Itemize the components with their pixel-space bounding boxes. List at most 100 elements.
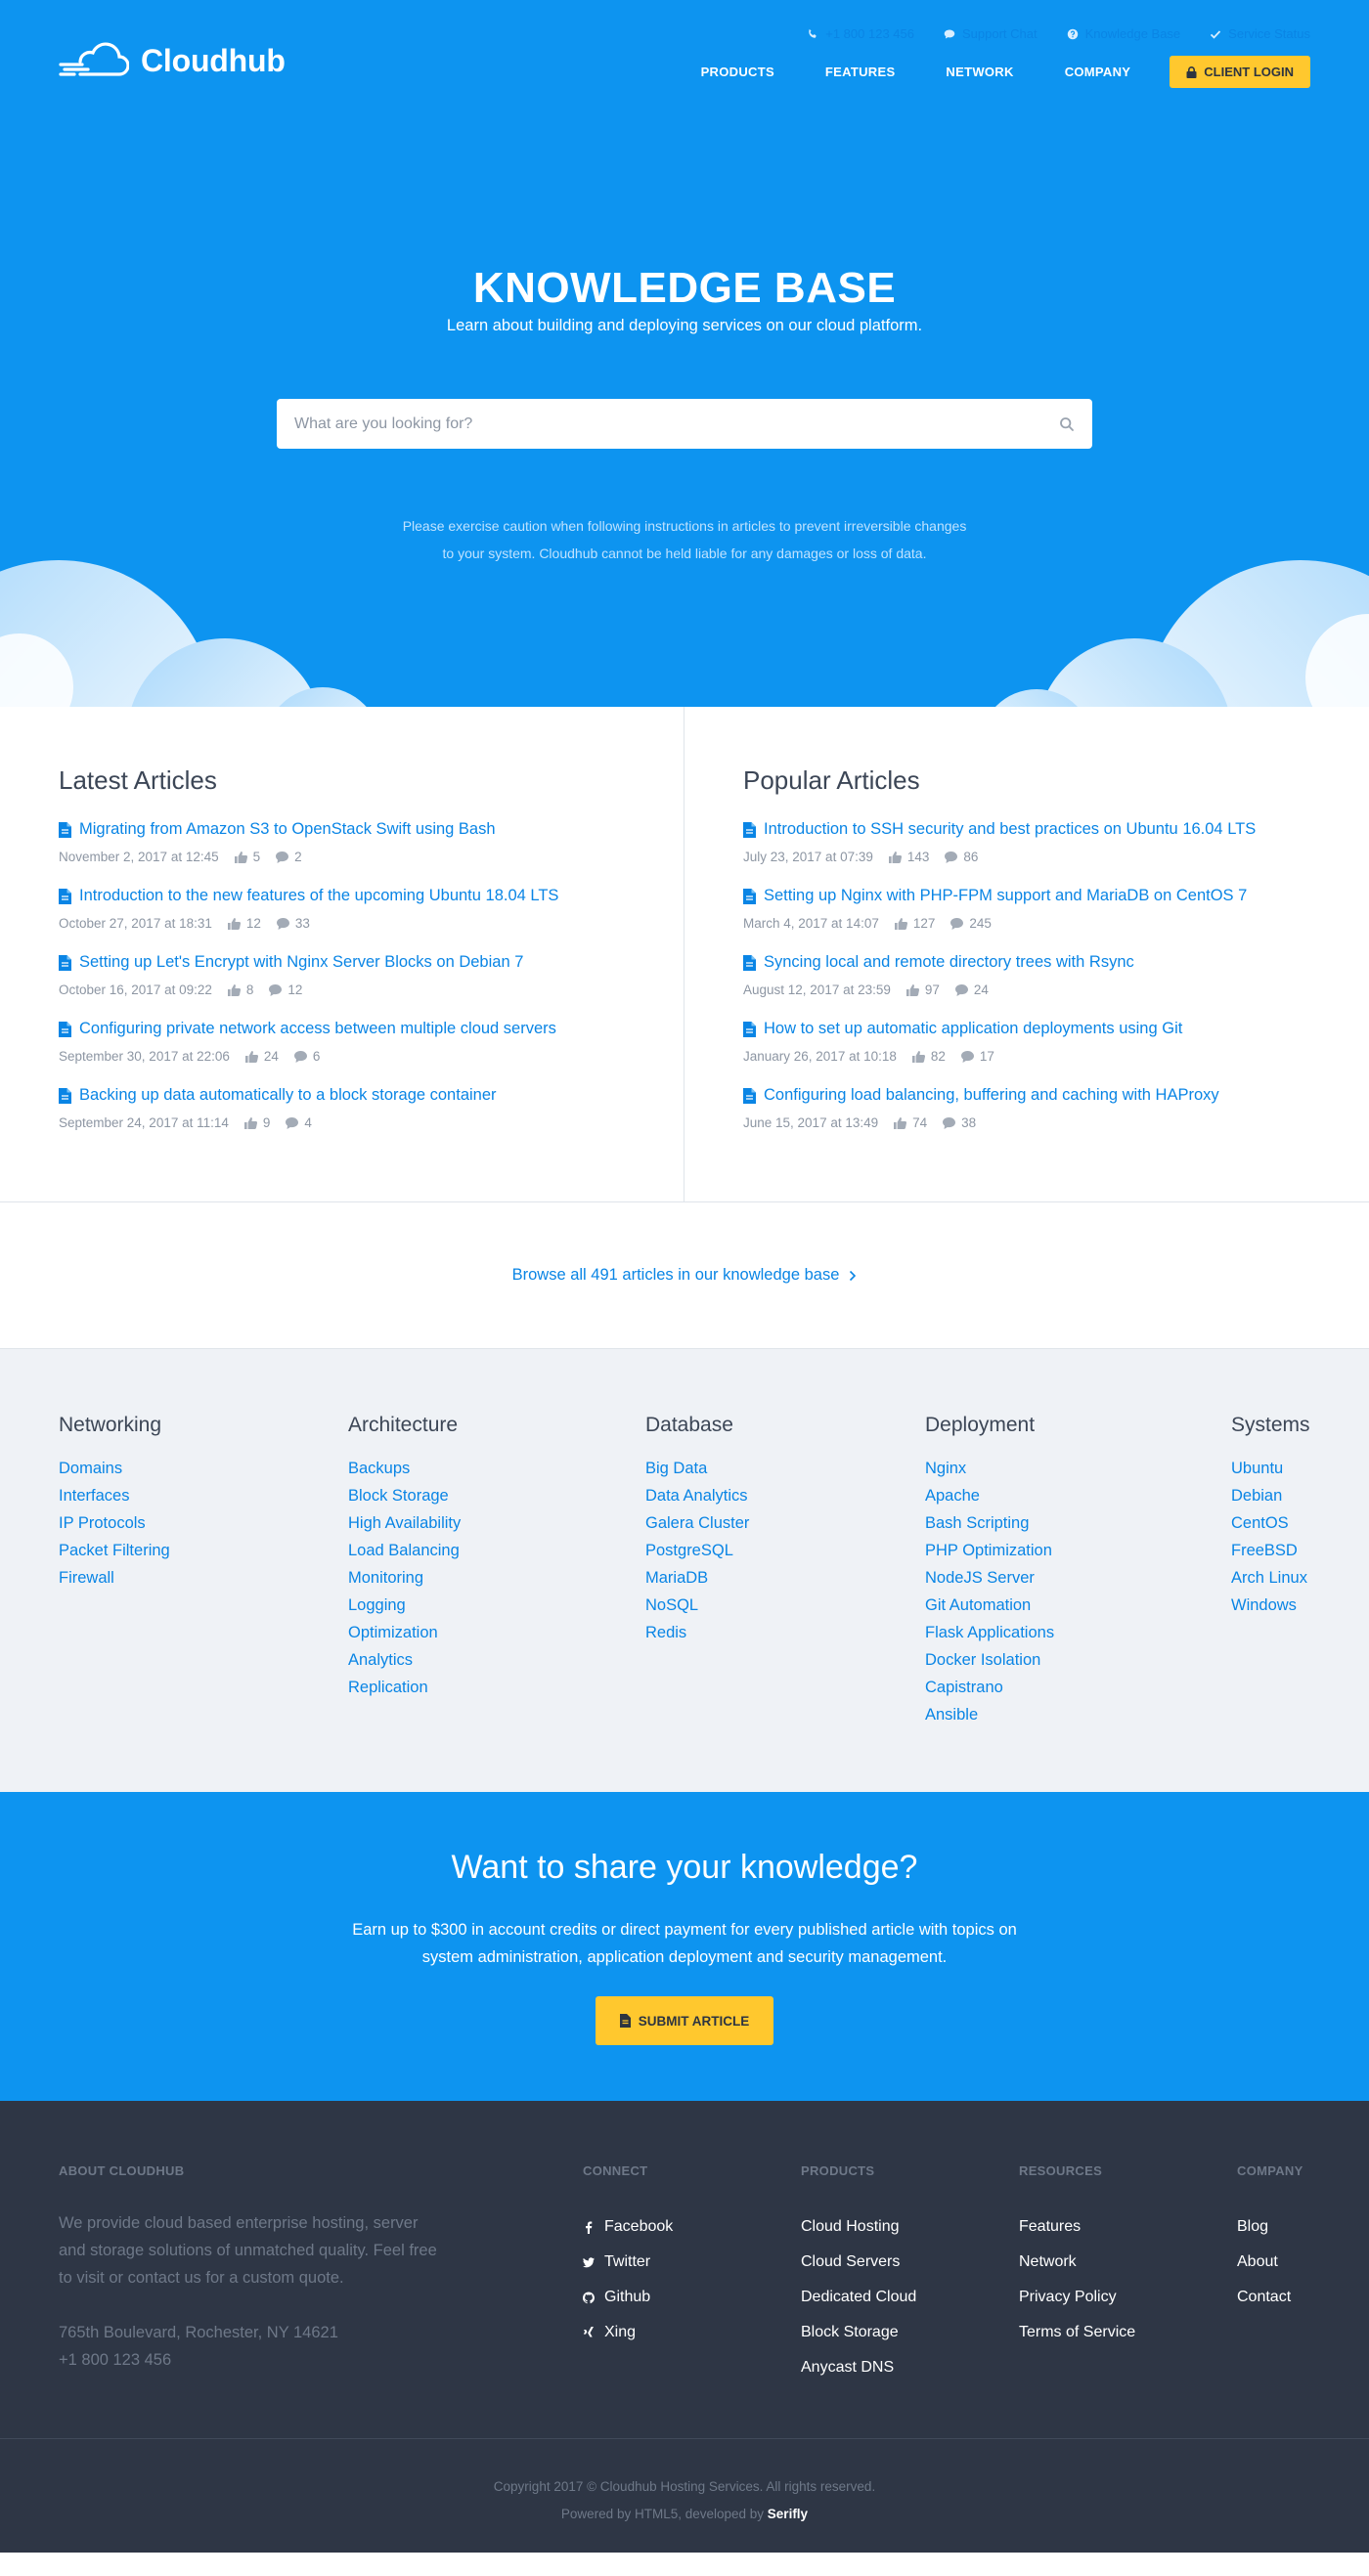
search-icon[interactable]: [1059, 416, 1075, 432]
category-link[interactable]: NoSQL: [645, 1592, 749, 1619]
categories-section: Networking Domains Interfaces IP Protocols P…: [0, 1349, 1369, 1792]
footer-company-link[interactable]: Blog: [1237, 2209, 1303, 2245]
footer-products-link[interactable]: Cloud Servers: [801, 2245, 916, 2280]
comment-icon: [276, 917, 289, 930]
category-link[interactable]: Packet Filtering: [59, 1537, 170, 1564]
footer-products-link[interactable]: Dedicated Cloud: [801, 2280, 916, 2315]
footer-products-link[interactable]: Block Storage: [801, 2315, 916, 2350]
article-date: October 16, 2017 at 09:22: [59, 982, 212, 997]
footer-resources-link[interactable]: Terms of Service: [1019, 2315, 1135, 2350]
category-link[interactable]: FreeBSD: [1231, 1537, 1310, 1564]
category-heading: Architecture: [348, 1414, 459, 1436]
article-link[interactable]: Introduction to the new features of the …: [59, 887, 625, 905]
category-link[interactable]: Git Automation: [925, 1592, 1054, 1619]
category-link[interactable]: Capistrano: [925, 1674, 1054, 1701]
footer-products-link[interactable]: Cloud Hosting: [801, 2209, 916, 2245]
article-comments: 33: [276, 916, 310, 931]
category-link[interactable]: Apache: [925, 1482, 1054, 1509]
article-link[interactable]: How to set up automatic application depl…: [743, 1020, 1310, 1038]
article-link[interactable]: Syncing local and remote directory trees…: [743, 953, 1310, 972]
category-link[interactable]: IP Protocols: [59, 1509, 170, 1537]
category-link[interactable]: Ubuntu: [1231, 1455, 1310, 1482]
footer-github-link[interactable]: Github: [583, 2280, 673, 2315]
footer-resources-link[interactable]: Network: [1019, 2245, 1135, 2280]
category-link[interactable]: Debian: [1231, 1482, 1310, 1509]
category-link[interactable]: Firewall: [59, 1564, 170, 1592]
category-link[interactable]: Optimization: [348, 1619, 461, 1646]
article-comments: 245: [950, 916, 992, 931]
nav-company[interactable]: COMPANY: [1065, 65, 1131, 79]
category-link[interactable]: High Availability: [348, 1509, 461, 1537]
category-link[interactable]: PostgreSQL: [645, 1537, 749, 1564]
nav-products[interactable]: PRODUCTS: [701, 65, 774, 79]
category-link[interactable]: Load Balancing: [348, 1537, 461, 1564]
twitter-icon: [583, 2256, 595, 2267]
footer-resources-link[interactable]: Features: [1019, 2209, 1135, 2245]
category-link[interactable]: MariaDB: [645, 1564, 749, 1592]
footer-xing-link[interactable]: Xing: [583, 2315, 673, 2350]
category-link[interactable]: Logging: [348, 1592, 461, 1619]
category-link[interactable]: CentOS: [1231, 1509, 1310, 1537]
category-link[interactable]: Ansible: [925, 1701, 1054, 1728]
category-link[interactable]: Big Data: [645, 1455, 749, 1482]
category-link[interactable]: Interfaces: [59, 1482, 170, 1509]
lock-icon: [1186, 65, 1197, 78]
article-meta: January 26, 2017 at 10:18 82 17: [743, 1049, 1310, 1064]
thumbs-up-icon: [227, 983, 241, 996]
category-link[interactable]: Bash Scripting: [925, 1509, 1054, 1537]
document-icon: [619, 2014, 631, 2028]
category-link[interactable]: Redis: [645, 1619, 749, 1646]
article-link[interactable]: Setting up Nginx with PHP-FPM support an…: [743, 887, 1310, 905]
article-item: Syncing local and remote directory trees…: [743, 953, 1310, 997]
footer-facebook-link[interactable]: Facebook: [583, 2209, 673, 2245]
topbar-phone-link[interactable]: +1 800 123 456: [807, 26, 914, 41]
nav-network[interactable]: NETWORK: [946, 65, 1013, 79]
category-link[interactable]: Flask Applications: [925, 1619, 1054, 1646]
topbar-service-status-link[interactable]: Service Status: [1210, 26, 1310, 41]
search-input[interactable]: [294, 415, 1059, 433]
footer-company-link[interactable]: Contact: [1237, 2280, 1303, 2315]
thumbs-up-icon: [888, 851, 902, 863]
category-link[interactable]: PHP Optimization: [925, 1537, 1054, 1564]
client-login-button[interactable]: CLIENT LOGIN: [1170, 56, 1310, 88]
category-link[interactable]: Replication: [348, 1674, 461, 1701]
category-heading: Networking: [59, 1414, 162, 1436]
category-link[interactable]: Monitoring: [348, 1564, 461, 1592]
browse-all-link[interactable]: Browse all 491 articles in our knowledge…: [512, 1266, 858, 1285]
article-link[interactable]: Introduction to SSH security and best pr…: [743, 820, 1310, 839]
article-meta: October 16, 2017 at 09:22 8 12: [59, 982, 625, 997]
category-link[interactable]: Docker Isolation: [925, 1646, 1054, 1674]
cloud-logo-icon: [59, 42, 129, 76]
footer-about-heading: ABOUT CLOUDHUB: [59, 2163, 185, 2178]
article-comments: 2: [276, 850, 302, 864]
category-link[interactable]: Nginx: [925, 1455, 1054, 1482]
category-link[interactable]: Analytics: [348, 1646, 461, 1674]
topbar-knowledge-base-link[interactable]: Knowledge Base: [1067, 26, 1180, 41]
document-icon: [59, 888, 71, 904]
article-link[interactable]: Configuring private network access betwe…: [59, 1020, 625, 1038]
nav-features[interactable]: FEATURES: [825, 65, 896, 79]
article-likes: 24: [244, 1049, 279, 1064]
comment-icon: [950, 917, 964, 930]
article-likes: 12: [227, 916, 261, 931]
serifly-link[interactable]: Serifly: [768, 2507, 808, 2521]
category-link[interactable]: Galera Cluster: [645, 1509, 749, 1537]
article-link[interactable]: Migrating from Amazon S3 to OpenStack Sw…: [59, 820, 625, 839]
category-link[interactable]: Windows: [1231, 1592, 1310, 1619]
submit-article-button[interactable]: SUBMIT ARTICLE: [596, 1996, 773, 2045]
category-link[interactable]: Data Analytics: [645, 1482, 749, 1509]
topbar-support-chat-link[interactable]: Support Chat: [944, 26, 1038, 41]
category-link[interactable]: Arch Linux: [1231, 1564, 1310, 1592]
footer-products-link[interactable]: Anycast DNS: [801, 2350, 916, 2385]
article-link[interactable]: Backing up data automatically to a block…: [59, 1086, 625, 1105]
category-link[interactable]: Block Storage: [348, 1482, 461, 1509]
site-logo[interactable]: Cloudhub: [59, 41, 286, 80]
footer-twitter-link[interactable]: Twitter: [583, 2245, 673, 2280]
article-link[interactable]: Configuring load balancing, buffering an…: [743, 1086, 1310, 1105]
footer-resources-link[interactable]: Privacy Policy: [1019, 2280, 1135, 2315]
article-link[interactable]: Setting up Let's Encrypt with Nginx Serv…: [59, 953, 625, 972]
category-link[interactable]: Domains: [59, 1455, 170, 1482]
category-link[interactable]: NodeJS Server: [925, 1564, 1054, 1592]
footer-company-link[interactable]: About: [1237, 2245, 1303, 2280]
category-link[interactable]: Backups: [348, 1455, 461, 1482]
